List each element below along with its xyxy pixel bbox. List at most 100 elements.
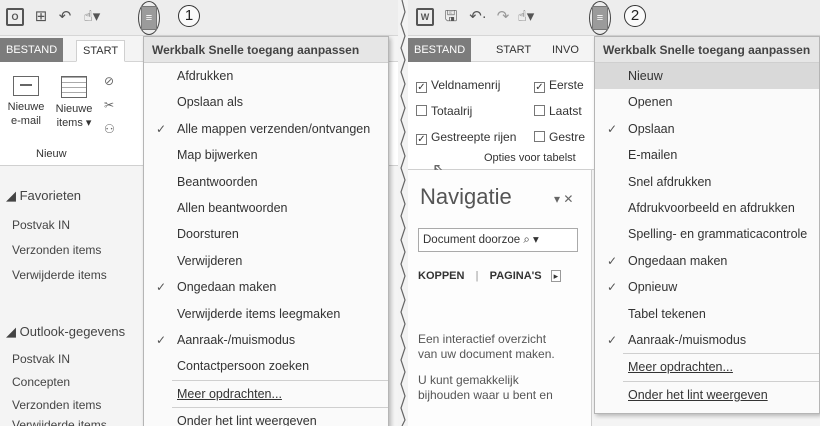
menu-item-label: Verwijderde items leegmaken	[177, 306, 341, 321]
menu-item[interactable]: Snel afdrukken	[595, 169, 819, 195]
menu-item-show-below-ribbon[interactable]: Onder het lint weergeven	[595, 382, 819, 408]
banded-columns-checkbox[interactable]: Gestre	[534, 130, 585, 144]
quick-access-toolbar: W 🖫 ↶· ↷ ☝▾ ≡ 2	[408, 0, 820, 36]
outlook-app-icon: O	[6, 8, 24, 26]
tab-start[interactable]: START	[490, 40, 537, 62]
menu-item-label: Beantwoorden	[177, 174, 258, 189]
customize-qat-button[interactable]: ≡	[592, 6, 608, 30]
undo-icon[interactable]: ↶·	[466, 8, 490, 26]
folder-item[interactable]: Verzonden items	[12, 398, 101, 412]
menu-item[interactable]: Verwijderen	[144, 248, 388, 274]
menu-item-label: Opnieuw	[628, 280, 678, 295]
tab-pages[interactable]: PAGINA'S	[490, 270, 542, 282]
favorites-label: Favorieten	[19, 188, 82, 203]
menu-item[interactable]: Openen	[595, 89, 819, 115]
checkbox-label: Laatst	[549, 104, 582, 118]
menu-item-label: Openen	[628, 95, 673, 110]
menu-item-label: Ongedaan maken	[177, 280, 277, 295]
menu-item[interactable]: ✓ Ongedaan maken	[595, 248, 819, 274]
menu-title: Werkbalk Snelle toegang aanpassen	[595, 37, 819, 63]
pane-options-icon[interactable]: ▾ ✕	[554, 192, 573, 206]
folder-item[interactable]: Postvak IN	[12, 218, 70, 232]
customize-qat-button[interactable]: ≡	[141, 6, 157, 30]
checkmark-icon: ✓	[607, 280, 618, 295]
undo-icon[interactable]: ↶	[56, 8, 74, 26]
tab-insert[interactable]: INVO	[546, 40, 585, 62]
menu-item-label: Opslaan als	[177, 95, 244, 110]
menu-item-show-below-ribbon[interactable]: Onder het lint weergeven	[144, 408, 388, 426]
menu-item[interactable]: Tabel tekenen	[595, 301, 819, 327]
tab-headings[interactable]: KOPPEN	[418, 270, 464, 282]
menu-item[interactable]: Beantwoorden	[144, 169, 388, 195]
favorites-heading[interactable]: ◢ Favorieten	[6, 188, 81, 204]
callout-2: 2	[624, 5, 646, 27]
folder-item[interactable]: Verwijderde items	[12, 418, 107, 426]
qat-customize-menu: Werkbalk Snelle toegang aanpassen Afdruk…	[143, 36, 389, 426]
outlook-data-label: Outlook-gegevens	[19, 324, 126, 339]
menu-item-label: Tabel tekenen	[628, 306, 706, 321]
new-email-button[interactable]: Nieuwe e-mail	[4, 76, 48, 128]
menu-item-label: Doorsturen	[177, 227, 239, 242]
group-label-new: Nieuw	[36, 148, 67, 160]
folder-item[interactable]: Concepten	[12, 375, 70, 389]
menu-item[interactable]: Opslaan als	[144, 89, 388, 115]
menu-item[interactable]: Doorsturen	[144, 221, 388, 247]
menu-item[interactable]: Map bijwerken	[144, 142, 388, 168]
menu-item-label: Spelling- en grammaticacontrole	[628, 227, 808, 242]
folder-item[interactable]: Verzonden items	[12, 243, 101, 257]
menu-item[interactable]: ✓ Opnieuw	[595, 274, 819, 300]
folder-item[interactable]: Postvak IN	[12, 352, 70, 366]
redo-icon[interactable]: ↷	[494, 8, 512, 26]
menu-item[interactable]: ✓ Ongedaan maken	[144, 274, 388, 300]
menu-item[interactable]: Nieuw	[595, 63, 819, 90]
menu-item[interactable]: E-mailen	[595, 142, 819, 168]
menu-item[interactable]: ✓ Aanraak-/muismodus	[144, 327, 388, 353]
tab-divider: |	[475, 270, 479, 282]
last-column-checkbox[interactable]: Laatst	[534, 104, 582, 118]
checkbox-unchecked	[416, 105, 427, 116]
quick-access-toolbar: O ⊞ ↶ ☝▾ ≡ 1	[0, 0, 398, 36]
menu-item[interactable]: Spelling- en grammaticacontrole	[595, 221, 819, 247]
menu-item[interactable]: ✓ Opslaan	[595, 116, 819, 142]
new-items-button[interactable]: Nieuwe items ▾	[48, 76, 100, 130]
menu-item[interactable]: Afdrukvoorbeeld en afdrukken	[595, 195, 819, 221]
header-row-checkbox[interactable]: ✓ Veldnamenrij	[416, 78, 500, 93]
menu-item[interactable]: Verwijderde items leegmaken	[144, 301, 388, 327]
tab-scroll-icon[interactable]: ▸	[550, 270, 562, 282]
checkbox-checked: ✓	[534, 82, 545, 93]
tab-file[interactable]: BESTAND	[408, 38, 472, 62]
outlook-data-heading[interactable]: ◢ Outlook-gegevens	[6, 324, 125, 340]
folder-item[interactable]: Verwijderde items	[12, 268, 107, 282]
checkbox-label: Veldnamenrij	[431, 78, 501, 92]
menu-item[interactable]: ✓ Alle mappen verzenden/ontvangen	[144, 116, 388, 142]
cleanup-icon[interactable]: ✂	[104, 98, 114, 112]
menu-item[interactable]: Afdrukken	[144, 63, 388, 89]
new-items-icon	[61, 76, 87, 98]
menu-item-label: Aanraak-/muismodus	[177, 332, 296, 347]
menu-item[interactable]: ✓ Aanraak-/muismodus	[595, 327, 819, 353]
document-search-input[interactable]: Document doorzoe ⌕ ▾	[418, 228, 578, 252]
first-column-checkbox[interactable]: ✓ Eerste	[534, 78, 584, 93]
menu-item-more-commands[interactable]: Meer opdrachten...	[144, 381, 388, 407]
search-placeholder: Document doorzoe	[423, 234, 521, 246]
menu-item-label: E-mailen	[628, 148, 678, 163]
send-receive-icon[interactable]: ⊞	[32, 8, 50, 26]
new-email-label-2: e-mail	[11, 115, 41, 127]
qat-customize-menu: Werkbalk Snelle toegang aanpassen Nieuw O…	[594, 36, 820, 414]
ignore-icon[interactable]: ⊘	[104, 74, 114, 88]
nav-help-text: van uw document maken.	[418, 347, 555, 361]
total-row-checkbox[interactable]: Totaalrij	[416, 104, 472, 118]
tab-start[interactable]: START	[76, 40, 126, 62]
menu-item[interactable]: Allen beantwoorden	[144, 195, 388, 221]
banded-rows-checkbox[interactable]: ✓ Gestreepte rijen	[416, 130, 516, 145]
tab-file[interactable]: BESTAND	[0, 38, 64, 62]
checkmark-icon: ✓	[156, 121, 167, 136]
junk-icon[interactable]: ⚇	[104, 122, 115, 136]
menu-item-label: Nieuw	[628, 69, 663, 83]
menu-item[interactable]: Contactpersoon zoeken	[144, 353, 388, 379]
checkbox-label: Gestre	[549, 130, 586, 144]
touch-mode-icon[interactable]: ☝▾	[78, 8, 106, 26]
menu-item-more-commands[interactable]: Meer opdrachten...	[595, 354, 819, 380]
touch-mode-icon[interactable]: ☝▾	[512, 8, 540, 26]
save-icon[interactable]: 🖫	[442, 8, 460, 26]
